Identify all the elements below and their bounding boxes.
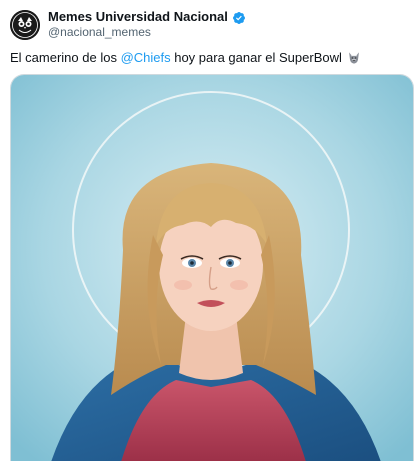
- owl-logo-icon: [10, 10, 40, 40]
- avatar[interactable]: [10, 10, 40, 40]
- author-handle[interactable]: @nacional_memes: [48, 25, 246, 40]
- tweet-media[interactable]: [10, 74, 414, 461]
- tweet-card: Memes Universidad Nacional @nacional_mem…: [0, 0, 420, 461]
- tweet-text: El camerino de los @Chiefs hoy para gana…: [10, 50, 410, 65]
- verified-badge-icon[interactable]: [232, 11, 246, 25]
- portrait-illustration: [11, 75, 413, 461]
- mention-link[interactable]: @Chiefs: [121, 50, 171, 65]
- tweet-header: Memes Universidad Nacional @nacional_mem…: [10, 8, 410, 42]
- tweet-text-before: El camerino de los: [10, 50, 121, 65]
- author-names: Memes Universidad Nacional @nacional_mem…: [48, 9, 246, 40]
- wolf-face-icon: [348, 51, 359, 64]
- tweet-text-after: hoy para ganar el SuperBowl: [170, 50, 342, 65]
- display-name[interactable]: Memes Universidad Nacional: [48, 9, 228, 25]
- name-row: Memes Universidad Nacional: [48, 9, 246, 25]
